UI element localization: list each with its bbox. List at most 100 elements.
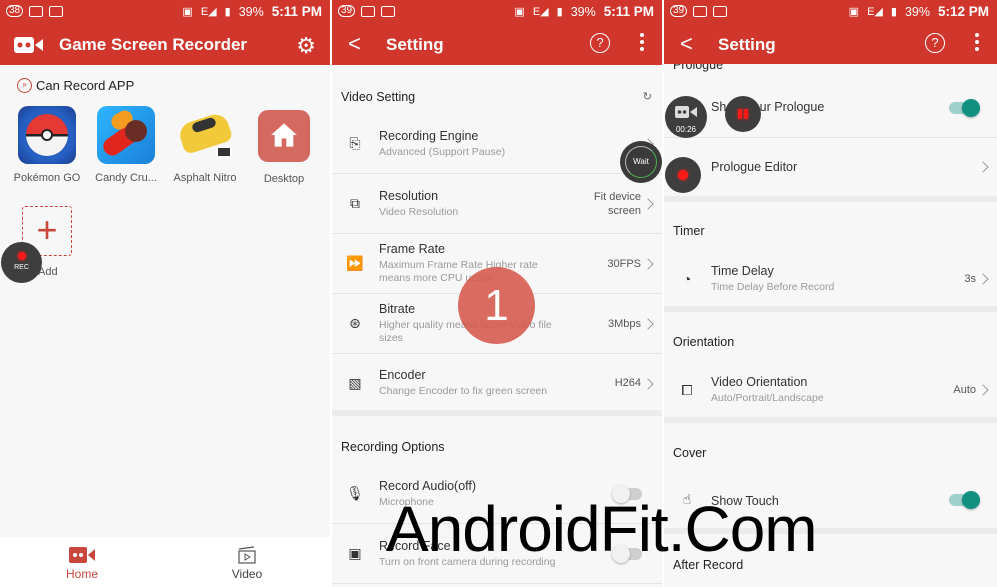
status-bar: 39 ▣ E◢ ▮ 39% 5:11 PM [332,0,662,24]
wait-label: Wait [625,146,657,178]
film-reel-icon: ⊛ [349,315,361,331]
image-notification-icon [381,5,396,17]
gear-icon[interactable]: ⚙ [296,33,316,59]
section-title-recording-options: Recording Options [341,440,445,454]
setting-row-video-orientation[interactable]: ⧠ Video Orientation Auto/Portrait/Landsc… [664,361,997,421]
row-subtitle: Video Resolution [379,206,459,218]
floating-rec-button[interactable]: REC [1,242,42,283]
app-tile-desktop[interactable]: Desktop [245,106,323,185]
app-tile-asphalt-nitro[interactable]: Asphalt Nitro [166,106,244,184]
show-touch-toggle[interactable] [949,491,980,509]
status-bar: 39 ▣ E◢ ▮ 39% 5:12 PM [664,0,997,24]
recorder-notification-icon [29,5,44,17]
app-label: Desktop [263,173,305,185]
battery-icon: ▮ [224,6,231,18]
tab-label: Home [65,567,98,581]
chevron-right-icon [977,384,989,396]
step-number-badge: 1 [458,267,535,344]
app-label: Asphalt Nitro [173,172,237,184]
chevron-right-icon [642,378,654,390]
cast-icon: ▣ [514,6,525,18]
row-value: H264 [614,377,641,389]
pause-bar [744,109,748,119]
record-dot-icon [678,170,688,180]
row-value: Auto [953,384,976,396]
chevron-right-icon [977,273,989,285]
section-title-video-setting: Video Setting [341,90,416,104]
section-title-can-record: » Can Record APP [17,78,134,93]
pause-icon [738,109,742,119]
page-title: Setting [386,35,444,54]
app-bar: < Setting ? [332,24,662,65]
cast-icon: ▣ [182,6,193,18]
tab-label: Video [231,567,263,581]
setting-row-prologue-editor[interactable]: Prologue Editor [664,138,997,198]
battery-icon: ▮ [556,6,563,18]
front-camera-icon: ▣ [348,545,362,561]
more-options-icon[interactable] [640,33,644,54]
chevron-right-icon [642,258,654,270]
signal-icon: E◢ [200,6,217,18]
row-subtitle: Advanced (Support Pause) [379,146,506,158]
signal-icon: E◢ [532,6,549,18]
floating-wait-button[interactable]: Wait [620,141,662,183]
divider [664,196,997,202]
setting-row-time-delay[interactable]: ◔ Time Delay Time Delay Before Record 3s [664,250,997,310]
microphone-icon: 🎙 [346,485,364,501]
setting-row-show-prologue[interactable]: Show Your Prologue [664,78,997,138]
row-title: Time Delay [711,264,774,278]
signal-icon: E◢ [867,6,883,18]
row-subtitle: Auto/Portrait/Landscape [711,392,824,404]
chevron-right-icon [642,198,654,210]
battery-percent: 39% [570,4,596,19]
chevron-right-icon [642,318,654,330]
row-title: Encoder [379,368,426,382]
candy-crush-icon [97,106,155,164]
row-value: 3s [964,273,976,285]
app-tile-pokemon-go[interactable]: Pokémon GO [8,106,86,184]
cast-icon: ▣ [848,6,860,18]
more-options-icon[interactable] [975,33,979,54]
section-title-orientation: Orientation [673,335,735,349]
tab-video[interactable]: Video [207,545,287,581]
row-title: Frame Rate [379,242,445,256]
image-notification-icon [49,5,64,17]
setting-row-recording-engine[interactable]: ⎘ Recording Engine Advanced (Support Pau… [332,114,662,174]
app-tile-candy-crush[interactable]: Candy Cru... [87,106,165,184]
rec-label: REC [14,264,29,271]
page-title: Setting [718,35,776,54]
recording-time: 00:26 [675,125,697,134]
recorder-notification-icon [361,5,376,17]
help-icon[interactable]: ? [590,33,610,53]
fast-forward-icon: ⏩ [346,255,364,271]
row-subtitle: Change Encoder to fix green screen [379,385,548,397]
back-icon[interactable]: < [680,31,693,57]
floating-pause-button[interactable] [725,96,761,132]
app-label: Pokémon GO [13,172,81,184]
divider [332,410,662,416]
tab-home[interactable]: Home [42,545,122,581]
clapperboard-icon [207,545,287,565]
clock: 5:11 PM [271,4,322,19]
notification-badge: 38 [6,5,24,17]
back-icon[interactable]: < [348,31,361,57]
record-dot-icon [17,252,26,260]
image-notification-icon [713,5,728,17]
section-title-cover: Cover [673,446,707,460]
reset-icon[interactable]: ↻ [643,90,652,103]
home-screen: 38 ▣ E◢ ▮ 39% 5:11 PM Game Screen Record… [0,0,330,587]
app-title: Game Screen Recorder [59,35,248,54]
help-icon[interactable]: ? [925,33,945,53]
setting-row-resolution[interactable]: ⧉ Resolution Video Resolution Fit device… [332,174,662,234]
divider [664,417,997,423]
gamepad-camera-icon [14,36,44,59]
notification-badge: 39 [670,5,688,17]
floating-recorder-timer[interactable]: 00:26 [665,96,707,138]
show-prologue-toggle[interactable] [949,99,980,117]
floating-record-button[interactable] [665,157,701,193]
notification-badge: 39 [338,5,356,17]
orientation-icon: ⧠ [681,382,693,398]
setting-row-encoder[interactable]: ▧ Encoder Change Encoder to fix green sc… [332,354,662,414]
cast-icon: ⎘ [349,135,361,151]
app-bar: Game Screen Recorder ⚙ [0,24,330,65]
